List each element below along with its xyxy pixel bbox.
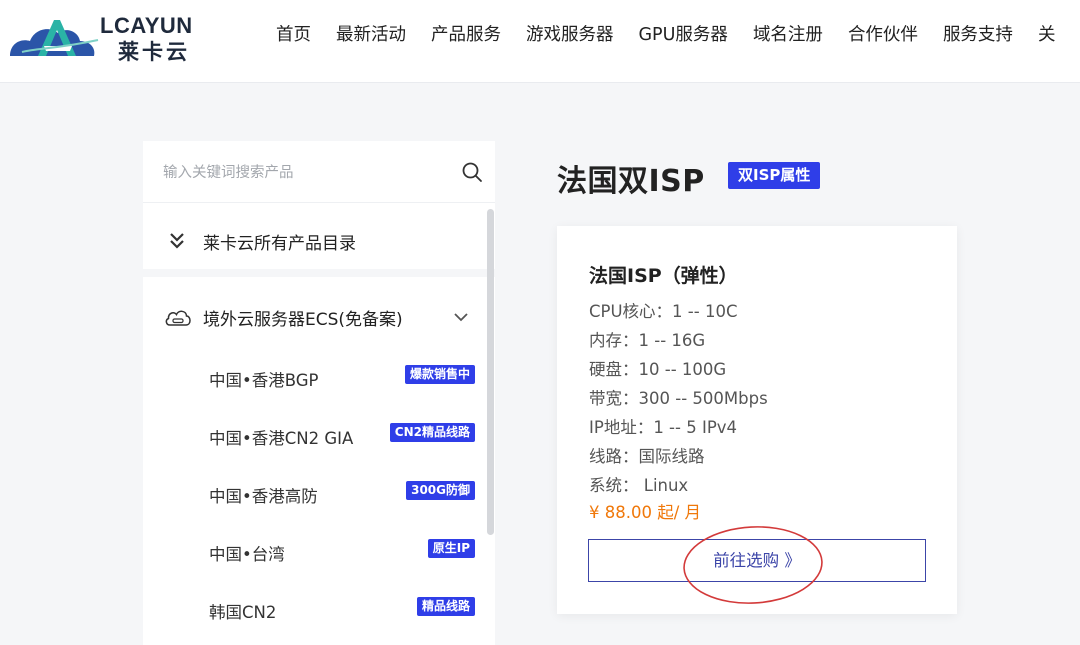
chevron-down-icon[interactable] xyxy=(454,313,468,322)
sidebar-item-hk-ddos[interactable]: 中国•香港高防 300G防御 xyxy=(143,465,483,523)
spec-ip: IP地址：1 -- 5 IPv4 xyxy=(589,418,738,437)
status-badge: 爆款销售中 xyxy=(404,365,475,384)
status-badge: 精品线路 xyxy=(416,597,475,616)
search-input[interactable] xyxy=(163,161,453,185)
sidebar-scrollbar[interactable] xyxy=(487,209,494,535)
sidebar-item-korea-cn2[interactable]: 韩国CN2 精品线路 xyxy=(143,581,483,639)
brand-logo[interactable]: LCAYUN 莱卡云 xyxy=(8,10,198,64)
search-box xyxy=(143,141,495,203)
nav-domain-registration[interactable]: 域名注册 xyxy=(753,22,823,48)
catalog-link[interactable]: 莱卡云所有产品目录 xyxy=(143,205,495,277)
sidebar-item-taiwan[interactable]: 中国•台湾 原生IP xyxy=(143,523,483,581)
sidebar-item-hk-cn2-gia[interactable]: 中国•香港CN2 GIA CN2精品线路 xyxy=(143,407,483,465)
card-title: 法国ISP（弹性） xyxy=(589,265,738,287)
top-header: LCAYUN 莱卡云 首页 最新活动 产品服务 游戏服务器 GPU服务器 域名注册 合作伙伴… xyxy=(0,0,1080,83)
spec-memory: 内存：1 -- 16G xyxy=(589,331,706,350)
spec-bandwidth: 带宽：300 -- 500Mbps xyxy=(589,389,768,408)
page-title: 法国双ISP xyxy=(557,164,705,199)
group-overseas-ecs[interactable]: 境外云服务器ECS(免备案) xyxy=(143,287,495,347)
sidebar-item-label: 中国•香港BGP xyxy=(209,371,319,390)
brand-subtitle: 莱卡云 xyxy=(118,40,190,64)
spec-cpu: CPU核心：1 -- 10C xyxy=(589,302,738,321)
status-badge: 300G防御 xyxy=(406,481,475,500)
spec-route: 线路：国际线路 xyxy=(589,447,705,466)
lcayun-logo-icon xyxy=(10,20,99,56)
nav-products[interactable]: 产品服务 xyxy=(431,22,501,48)
status-badge: 原生IP xyxy=(427,539,475,558)
nav-partners[interactable]: 合作伙伴 xyxy=(848,22,918,48)
main-nav: 首页 最新活动 产品服务 游戏服务器 GPU服务器 域名注册 合作伙伴 服务支持关 xyxy=(276,22,1080,48)
nav-home[interactable]: 首页 xyxy=(276,22,311,48)
product-sidebar: 莱卡云所有产品目录 境外云服务器ECS(免备案) 中国•香港BGP 爆款销售中 … xyxy=(143,141,495,645)
price: ¥ 88.00 起/ 月 xyxy=(589,503,702,522)
nav-game-servers[interactable]: 游戏服务器 xyxy=(526,22,614,48)
status-badge: CN2精品线路 xyxy=(389,423,475,442)
spec-disk: 硬盘：10 -- 100G xyxy=(589,360,727,379)
sidebar-item-label: 中国•香港高防 xyxy=(209,487,318,506)
nav-latest-events[interactable]: 最新活动 xyxy=(336,22,406,48)
catalog-label: 莱卡云所有产品目录 xyxy=(203,234,356,254)
double-chevron-down-icon xyxy=(170,233,184,249)
cloud-icon xyxy=(165,310,191,326)
group-label: 境外云服务器ECS(免备案) xyxy=(203,310,403,330)
sidebar-item-label: 韩国CN2 xyxy=(209,603,277,622)
annotation-circle xyxy=(683,526,823,604)
sidebar-item-label: 中国•台湾 xyxy=(209,545,285,564)
spec-os: 系统： Linux xyxy=(589,476,689,495)
nav-support[interactable]: 服务支持 xyxy=(943,22,1013,48)
nav-gpu-servers[interactable]: GPU服务器 xyxy=(639,22,728,48)
title-badge: 双ISP属性 xyxy=(728,162,821,189)
sidebar-item-hk-bgp[interactable]: 中国•香港BGP 爆款销售中 xyxy=(143,349,483,407)
search-icon[interactable] xyxy=(461,161,483,183)
nav-more[interactable]: 关 xyxy=(1038,22,1056,48)
sidebar-item-label: 中国•香港CN2 GIA xyxy=(209,429,354,448)
